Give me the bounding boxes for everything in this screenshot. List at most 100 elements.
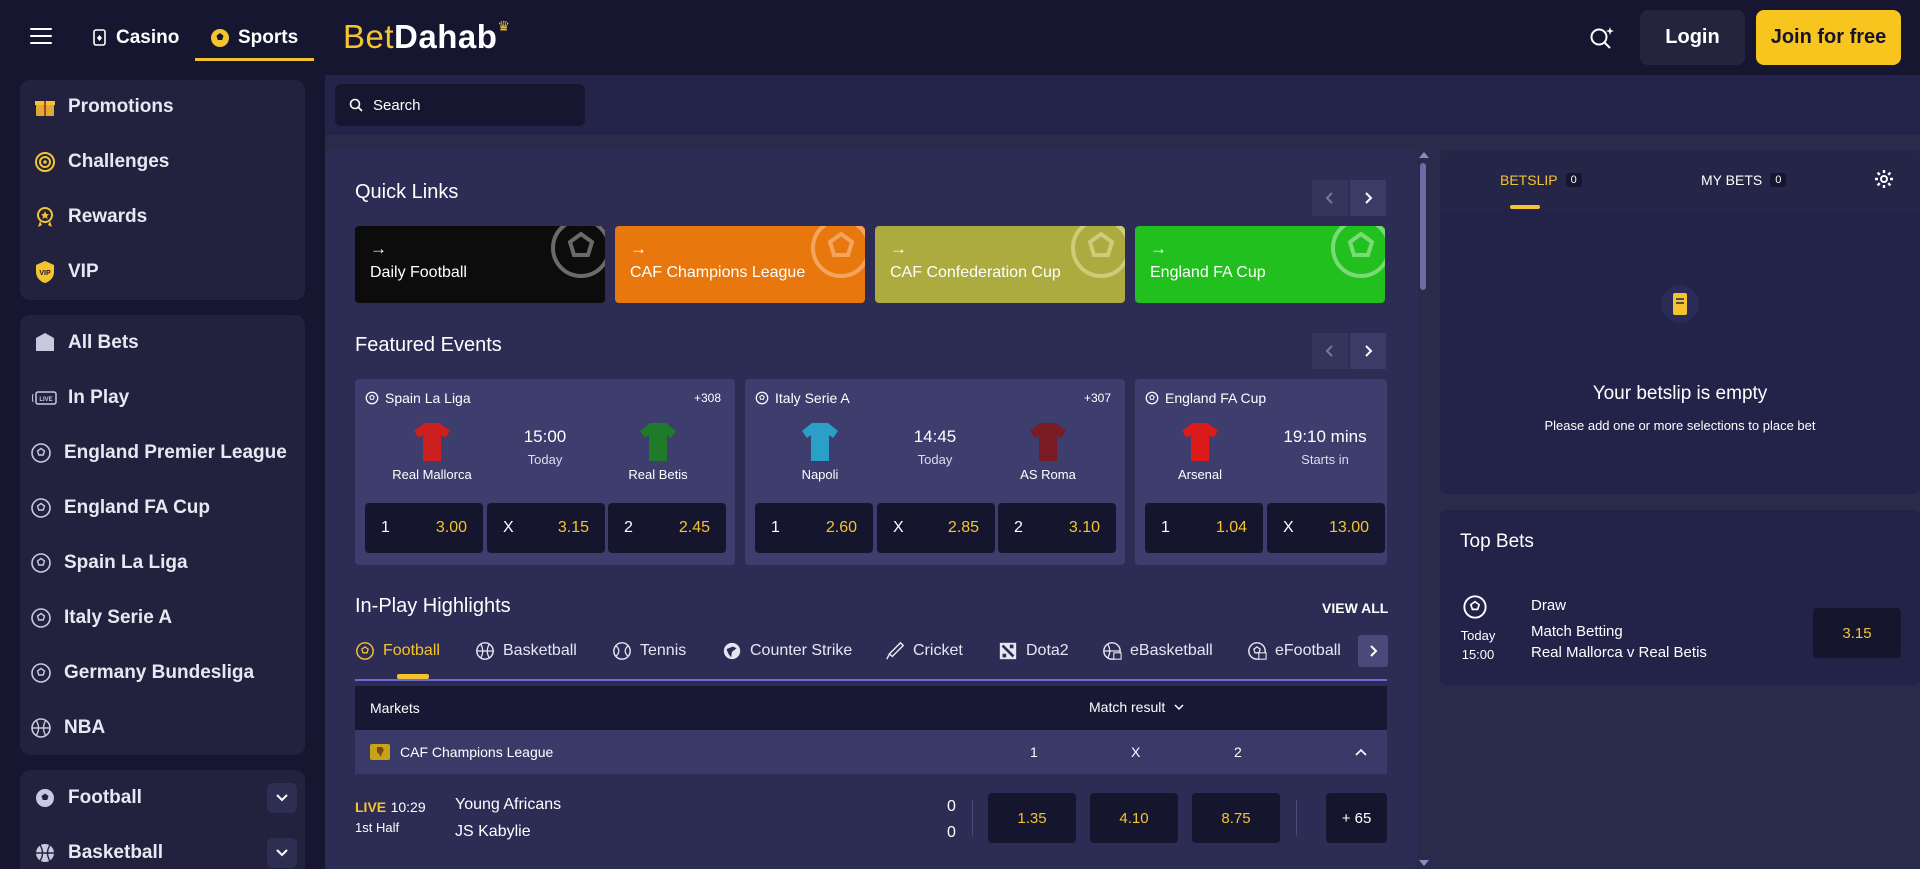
- odds-button[interactable]: 1 2.60: [755, 503, 873, 553]
- expand-football-button[interactable]: [267, 783, 297, 813]
- sidebar-item-germany-bundesliga[interactable]: Germany Bundesliga: [28, 653, 254, 693]
- sport-tab-cricket[interactable]: Cricket: [885, 637, 963, 665]
- prev-arrow-button[interactable]: [1312, 180, 1348, 216]
- quick-link-england-fa-cup[interactable]: → England FA Cup: [1135, 226, 1385, 303]
- scroll-up-arrow-icon[interactable]: [1419, 152, 1429, 158]
- odds-button[interactable]: 1.35: [988, 793, 1076, 843]
- odds-button[interactable]: 2 3.10: [998, 503, 1116, 553]
- scroll-down-arrow-icon[interactable]: [1419, 860, 1429, 866]
- divider: [1296, 800, 1297, 836]
- odds-button[interactable]: X 3.15: [487, 503, 605, 553]
- football-icon: [1463, 595, 1487, 619]
- expand-basketball-button[interactable]: [267, 838, 297, 868]
- football-icon: [356, 642, 374, 660]
- top-bets-title: Top Bets: [1460, 531, 1534, 552]
- sidebar-item-rewards[interactable]: Rewards: [32, 197, 147, 237]
- sidebar-item-challenges[interactable]: Challenges: [32, 142, 169, 182]
- more-markets-count[interactable]: +308: [694, 391, 721, 405]
- sidebar-item-basketball[interactable]: Basketball: [32, 833, 163, 869]
- sidebar-item-england-premier-league[interactable]: England Premier League: [28, 433, 287, 473]
- more-markets-button[interactable]: + 65: [1326, 793, 1387, 843]
- bet-event[interactable]: Real Mallorca v Real Betis: [1531, 644, 1707, 661]
- sport-tab-basketball[interactable]: Basketball: [475, 637, 577, 665]
- login-button[interactable]: Login: [1640, 10, 1745, 65]
- search-placeholder: Search: [373, 96, 421, 114]
- football-icon: [28, 495, 54, 521]
- more-markets-count[interactable]: +307: [1084, 391, 1111, 405]
- league-header-row[interactable]: CAF Champions League 1 X 2: [355, 730, 1387, 774]
- award-icon: [32, 204, 58, 230]
- in-play-title: In-Play Highlights: [355, 595, 511, 617]
- basketball-icon: [28, 715, 54, 741]
- quick-link-daily-football[interactable]: → Daily Football: [355, 226, 605, 303]
- tab-my-bets[interactable]: MY BETS 0: [1701, 172, 1787, 188]
- ebasketball-icon: [1103, 642, 1122, 660]
- sport-tab-ebasketball[interactable]: eBasketball: [1102, 637, 1213, 665]
- tab-casino[interactable]: Casino: [92, 18, 179, 58]
- search-sparkle-icon[interactable]: [1589, 26, 1615, 55]
- event-time: 14:45: [913, 427, 957, 446]
- main-scrollbar[interactable]: [1420, 163, 1426, 290]
- next-arrow-button[interactable]: [1350, 333, 1386, 369]
- chevron-up-icon[interactable]: [1354, 747, 1368, 757]
- home-team-name[interactable]: Young Africans: [455, 796, 561, 814]
- event-league: Spain La Liga: [385, 390, 471, 406]
- sidebar-item-promotions[interactable]: Promotions: [32, 87, 174, 127]
- tabs-divider: [355, 679, 1387, 681]
- odds-button[interactable]: X 13.00: [1267, 503, 1385, 553]
- featured-event-card[interactable]: Italy Serie A +307 Napoli 14:45 Today AS…: [745, 379, 1125, 565]
- away-team: Real Betis: [603, 419, 713, 482]
- sport-tab-counter-strike[interactable]: Counter Strike: [722, 637, 852, 665]
- odds-button[interactable]: 3.15: [1813, 608, 1901, 658]
- odds-button[interactable]: 1 3.00: [365, 503, 483, 553]
- tab-betslip[interactable]: BETSLIP 0: [1500, 172, 1582, 188]
- sidebar-item-nba[interactable]: NBA: [28, 708, 105, 748]
- quick-link-caf-confederation-cup[interactable]: → CAF Confederation Cup: [875, 226, 1125, 303]
- odds-button[interactable]: X 2.85: [877, 503, 995, 553]
- prev-arrow-button[interactable]: [1312, 333, 1348, 369]
- market-select[interactable]: Match result: [1089, 699, 1185, 715]
- view-all-link[interactable]: VIEW ALL: [1322, 600, 1388, 616]
- football-icon: [551, 226, 605, 278]
- live-icon: LIVE: [32, 385, 58, 411]
- sidebar-item-football[interactable]: Football: [32, 778, 142, 818]
- betslip-count-badge: 0: [1565, 173, 1582, 187]
- bet-day: Today: [1460, 628, 1496, 643]
- tab-sports[interactable]: Sports: [194, 18, 315, 61]
- markets-label: Markets: [370, 700, 420, 716]
- sport-tab-tennis[interactable]: Tennis: [612, 637, 686, 665]
- next-arrow-button[interactable]: [1350, 180, 1386, 216]
- betdahab-logo[interactable]: BetDahab♛: [343, 18, 510, 56]
- search-input[interactable]: Search: [335, 84, 585, 126]
- quick-link-caf-champions-league[interactable]: → CAF Champions League: [615, 226, 865, 303]
- away-team-name[interactable]: JS Kabylie: [455, 823, 531, 841]
- odds-button[interactable]: 2 2.45: [608, 503, 726, 553]
- sidebar-item-spain-la-liga[interactable]: Spain La Liga: [28, 543, 188, 583]
- bet-time: 15:00: [1461, 647, 1495, 662]
- gear-icon[interactable]: [1874, 169, 1894, 189]
- featured-event-card[interactable]: Spain La Liga +308 Real Mallorca 15:00 T…: [355, 379, 735, 565]
- sport-tab-dota2[interactable]: Dota2: [998, 637, 1069, 665]
- sidebar-item-italy-serie-a[interactable]: Italy Serie A: [28, 598, 172, 638]
- sidebar-item-in-play[interactable]: LIVE In Play: [32, 378, 129, 418]
- odds-button[interactable]: 8.75: [1192, 793, 1280, 843]
- sidebar-item-vip[interactable]: VIP VIP: [32, 252, 99, 292]
- sidebar-item-all-bets[interactable]: All Bets: [32, 323, 139, 363]
- tab-casino-label: Casino: [116, 27, 180, 48]
- basketball-icon: [32, 840, 58, 866]
- hamburger-menu-icon[interactable]: [30, 28, 52, 46]
- join-button[interactable]: Join for free: [1756, 10, 1901, 65]
- football-icon: [32, 785, 58, 811]
- africa-flag-icon: [370, 744, 390, 760]
- sport-tab-efootball[interactable]: eFootball: [1247, 637, 1341, 665]
- gift-icon: [32, 94, 58, 120]
- sport-tab-football[interactable]: Football: [355, 637, 440, 665]
- tag-icon: [32, 330, 58, 356]
- sidebar-item-england-fa-cup[interactable]: England FA Cup: [28, 488, 210, 528]
- featured-event-card[interactable]: England FA Cup Arsenal 19:10 mins Starts…: [1135, 379, 1387, 565]
- odds-button[interactable]: 1 1.04: [1145, 503, 1263, 553]
- odds-button[interactable]: 4.10: [1090, 793, 1178, 843]
- column-1-label: 1: [1030, 744, 1038, 760]
- match-period: 1st Half: [355, 820, 400, 835]
- sport-tabs-next-button[interactable]: [1358, 635, 1388, 667]
